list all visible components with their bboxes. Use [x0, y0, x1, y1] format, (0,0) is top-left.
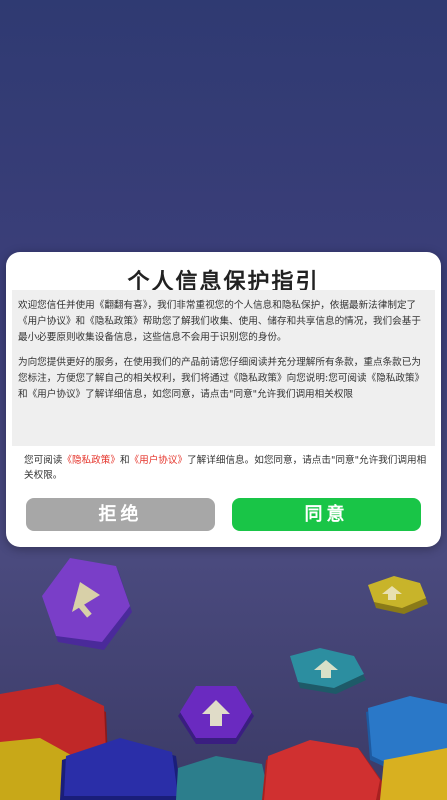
tile-purple-small — [178, 686, 254, 744]
user-agreement-link[interactable]: 《用户协议》 — [130, 455, 188, 466]
notice-and: 和 — [119, 455, 130, 466]
policy-paragraph-2: 为向您提供更好的服务，在使用我们的产品前请您仔细阅读并充分理解所有条款，重点条款… — [18, 357, 425, 400]
refuse-button[interactable]: 拒绝 — [26, 498, 215, 531]
notice-prefix: 您可阅读 — [24, 455, 63, 466]
policy-scroll-box[interactable]: 欢迎您信任并使用《翻翻有喜》，我们非常重视您的个人信息和隐私保护，依据最新法律制… — [12, 290, 435, 446]
tile-teal-bottom — [176, 756, 270, 800]
agree-button[interactable]: 同意 — [232, 498, 421, 531]
tile-teal — [290, 648, 366, 694]
tile-yellow — [368, 576, 428, 614]
policy-paragraph-1: 欢迎您信任并使用《翻翻有喜》，我们非常重视您的个人信息和隐私保护，依据最新法律制… — [18, 300, 421, 343]
consent-notice: 您可阅读《隐私政策》和《用户协议》了解详细信息。如您同意，请点击"同意"允许我们… — [24, 453, 429, 483]
privacy-policy-link[interactable]: 《隐私政策》 — [62, 455, 120, 466]
tile-purple-large — [42, 558, 132, 650]
privacy-dialog: 个人信息保护指引 欢迎您信任并使用《翻翻有喜》，我们非常重视您的个人信息和隐私保… — [6, 252, 441, 547]
tile-red-right — [262, 740, 384, 800]
